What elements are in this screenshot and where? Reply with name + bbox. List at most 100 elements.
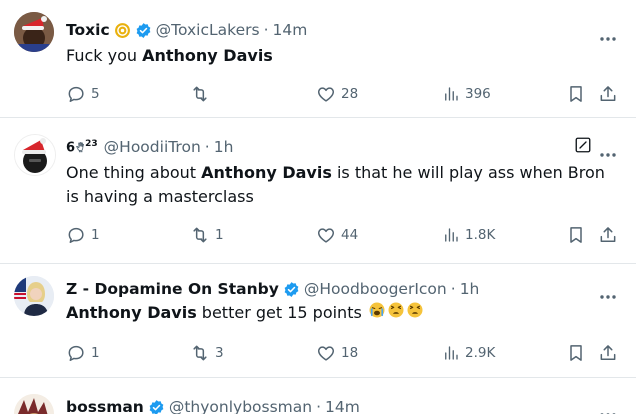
like-button[interactable]: 18 <box>316 342 358 364</box>
verified-icon <box>148 399 165 414</box>
author-handle[interactable]: @thyonlybossman <box>169 398 312 414</box>
timestamp[interactable]: 1h <box>460 280 480 298</box>
views-icon <box>442 226 460 244</box>
bookmark-icon <box>566 343 586 363</box>
retweet-icon <box>190 225 210 245</box>
share-icon <box>598 343 618 363</box>
like-icon <box>316 225 336 245</box>
avatar[interactable] <box>14 276 54 316</box>
tweet[interactable]: Toxic @ToxicLakers · 14m Fuck you Anthon… <box>0 0 636 116</box>
more-icon[interactable] <box>598 143 618 149</box>
share-icon <box>598 84 618 104</box>
gold-badge-icon <box>114 22 131 39</box>
more-icon[interactable] <box>598 27 618 33</box>
edited-icon[interactable] <box>574 136 592 154</box>
mention-text: Anthony Davis <box>66 303 197 322</box>
author-handle[interactable]: @HoodiiTron <box>104 138 201 156</box>
weary-face-icon <box>406 301 424 326</box>
tweet[interactable]: Z - Dopamine On Stanby @HoodboogerIcon ·… <box>0 264 636 380</box>
avatar[interactable] <box>14 12 54 52</box>
reply-count: 1 <box>91 345 100 361</box>
tweet-text-plain: Fuck you <box>66 46 143 65</box>
retweet-button[interactable] <box>190 83 210 105</box>
bookmark-button[interactable] <box>566 224 586 246</box>
view-count: 396 <box>465 86 491 102</box>
crying-face-icon <box>368 301 386 326</box>
bookmark-button[interactable] <box>566 342 586 364</box>
separator: · <box>450 280 456 298</box>
mention-text: Anthony Davis <box>142 46 273 65</box>
reply-icon <box>66 84 86 104</box>
weary-face-icon <box>387 301 405 326</box>
reply-count: 1 <box>91 227 100 243</box>
bookmark-icon <box>566 225 586 245</box>
separator: · <box>316 398 322 414</box>
view-count: 1.8K <box>465 227 496 243</box>
tweet-header: 6🖐︎23 @HoodiiTron · 1h <box>66 136 233 158</box>
reply-button[interactable]: 5 <box>66 83 100 105</box>
like-button[interactable]: 28 <box>316 83 358 105</box>
share-button[interactable] <box>598 342 618 364</box>
reply-icon <box>66 343 86 363</box>
action-bar: 1 1 44 1.8K <box>0 224 636 246</box>
avatar[interactable] <box>14 394 54 414</box>
timestamp[interactable]: 14m <box>325 398 360 414</box>
verified-icon <box>135 22 152 39</box>
tweet-header: Toxic @ToxicLakers · 14m <box>66 19 307 41</box>
views-icon <box>442 85 460 103</box>
like-icon <box>316 84 336 104</box>
timestamp[interactable]: 14m <box>273 21 308 39</box>
views-button[interactable]: 396 <box>442 83 491 105</box>
like-count: 28 <box>341 86 359 102</box>
share-icon <box>598 225 618 245</box>
tweet-text: Anthony Davis better get 15 points <box>66 301 622 326</box>
author-handle[interactable]: @ToxicLakers <box>156 21 260 39</box>
action-bar: 5 28 396 <box>0 83 636 105</box>
author-name[interactable]: 6🖐︎23 <box>66 139 98 155</box>
retweet-button[interactable]: 1 <box>190 224 224 246</box>
reply-button[interactable]: 1 <box>66 342 100 364</box>
tweet-text: Fuck you Anthony Davis <box>66 44 622 68</box>
author-name[interactable]: Toxic <box>66 21 110 39</box>
retweet-icon <box>190 84 210 104</box>
retweet-count: 1 <box>215 227 224 243</box>
share-button[interactable] <box>598 83 618 105</box>
tweet-header: Z - Dopamine On Stanby @HoodboogerIcon ·… <box>66 278 479 300</box>
avatar[interactable] <box>14 134 56 176</box>
retweet-button[interactable]: 3 <box>190 342 224 364</box>
more-icon[interactable] <box>598 285 618 291</box>
like-icon <box>316 343 336 363</box>
tweet[interactable]: bossman @thyonlybossman · 14m <box>0 378 636 414</box>
author-handle[interactable]: @HoodboogerIcon <box>304 280 447 298</box>
reply-icon <box>66 225 86 245</box>
tweet-header: bossman @thyonlybossman · 14m <box>66 396 360 414</box>
tweet-text: One thing about Anthony Davis is that he… <box>66 161 622 209</box>
share-button[interactable] <box>598 224 618 246</box>
author-name-main: 6 <box>66 140 76 156</box>
bookmark-icon <box>566 84 586 104</box>
verified-icon <box>283 281 300 298</box>
mention-text: Anthony Davis <box>201 163 332 182</box>
tweet-text-plain: One thing about <box>66 163 202 182</box>
views-button[interactable]: 1.8K <box>442 224 495 246</box>
author-name[interactable]: bossman <box>66 398 144 414</box>
views-button[interactable]: 2.9K <box>442 342 495 364</box>
like-button[interactable]: 44 <box>316 224 358 246</box>
views-icon <box>442 344 460 362</box>
like-count: 18 <box>341 345 359 361</box>
retweet-icon <box>190 343 210 363</box>
tweet-text-rest: better get 15 points <box>196 303 362 322</box>
author-name[interactable]: Z - Dopamine On Stanby <box>66 280 279 298</box>
separator: · <box>263 21 269 39</box>
timestamp[interactable]: 1h <box>214 138 234 156</box>
more-icon[interactable] <box>598 403 618 409</box>
reply-button[interactable]: 1 <box>66 224 100 246</box>
action-bar: 1 3 18 2.9K <box>0 342 636 364</box>
separator: · <box>204 138 210 156</box>
view-count: 2.9K <box>465 345 496 361</box>
author-name-sup: 23 <box>85 138 98 149</box>
reply-count: 5 <box>91 86 100 102</box>
tweet[interactable]: 6🖐︎23 @HoodiiTron · 1h One thing about A… <box>0 118 636 262</box>
like-count: 44 <box>341 227 359 243</box>
bookmark-button[interactable] <box>566 83 586 105</box>
